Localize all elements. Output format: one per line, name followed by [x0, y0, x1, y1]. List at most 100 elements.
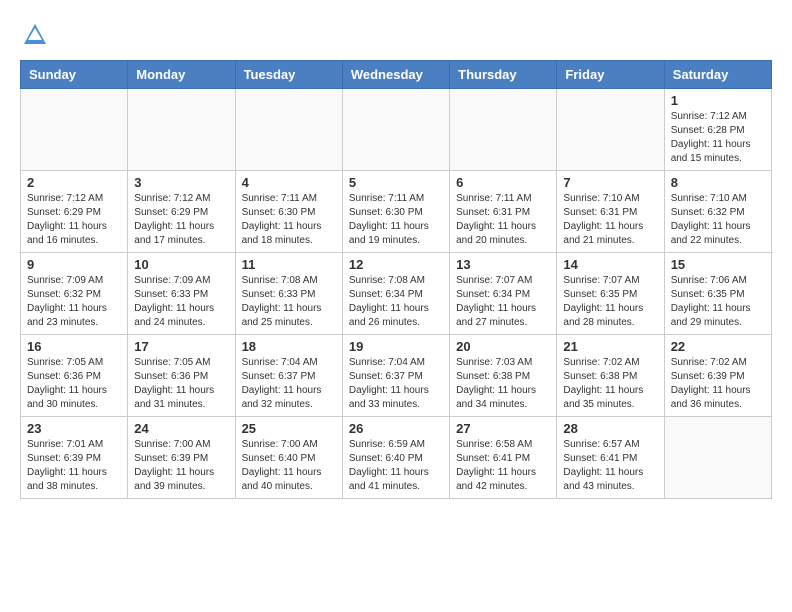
- day-info: Sunrise: 7:09 AM Sunset: 6:33 PM Dayligh…: [134, 274, 228, 330]
- day-info: Sunrise: 7:08 AM Sunset: 6:34 PM Dayligh…: [349, 274, 443, 330]
- day-info: Sunrise: 7:12 AM Sunset: 6:28 PM Dayligh…: [671, 110, 765, 166]
- calendar-cell: 28 Sunrise: 6:57 AM Sunset: 6:41 PM Dayli…: [557, 417, 664, 499]
- calendar-cell: 17 Sunrise: 7:05 AM Sunset: 6:36 PM Dayli…: [128, 335, 235, 417]
- calendar-cell: 10 Sunrise: 7:09 AM Sunset: 6:33 PM Dayli…: [128, 253, 235, 335]
- day-info: Sunrise: 7:11 AM Sunset: 6:30 PM Dayligh…: [242, 192, 336, 248]
- day-info: Sunrise: 7:10 AM Sunset: 6:32 PM Dayligh…: [671, 192, 765, 248]
- day-number: 2: [27, 175, 121, 190]
- calendar-cell: 2 Sunrise: 7:12 AM Sunset: 6:29 PM Daylig…: [21, 171, 128, 253]
- calendar-cell: [235, 89, 342, 171]
- calendar-cell: 1Sunrise: 7:12 AM Sunset: 6:28 PM Daylig…: [664, 89, 771, 171]
- calendar-cell: 18Sunrise: 7:04 AM Sunset: 6:37 PM Dayli…: [235, 335, 342, 417]
- weekday-header-thursday: Thursday: [450, 61, 557, 89]
- calendar-cell: 15Sunrise: 7:06 AM Sunset: 6:35 PM Dayli…: [664, 253, 771, 335]
- weekday-header-sunday: Sunday: [21, 61, 128, 89]
- weekday-header-monday: Monday: [128, 61, 235, 89]
- calendar-cell: 16 Sunrise: 7:05 AM Sunset: 6:36 PM Dayli…: [21, 335, 128, 417]
- calendar-cell: 22 Sunrise: 7:02 AM Sunset: 6:39 PM Dayli…: [664, 335, 771, 417]
- day-number: 24: [134, 421, 228, 436]
- calendar-cell: 21 Sunrise: 7:02 AM Sunset: 6:38 PM Dayli…: [557, 335, 664, 417]
- calendar-cell: 7 Sunrise: 7:10 AM Sunset: 6:31 PM Daylig…: [557, 171, 664, 253]
- calendar-cell: 24 Sunrise: 7:00 AM Sunset: 6:39 PM Dayli…: [128, 417, 235, 499]
- day-number: 22: [671, 339, 765, 354]
- day-info: Sunrise: 7:05 AM Sunset: 6:36 PM Dayligh…: [27, 356, 121, 412]
- calendar-cell: [21, 89, 128, 171]
- calendar-cell: 14 Sunrise: 7:07 AM Sunset: 6:35 PM Dayli…: [557, 253, 664, 335]
- calendar-cell: 23 Sunrise: 7:01 AM Sunset: 6:39 PM Dayli…: [21, 417, 128, 499]
- day-number: 13: [456, 257, 550, 272]
- calendar-cell: 8 Sunrise: 7:10 AM Sunset: 6:32 PM Daylig…: [664, 171, 771, 253]
- weekday-header-tuesday: Tuesday: [235, 61, 342, 89]
- day-info: Sunrise: 7:05 AM Sunset: 6:36 PM Dayligh…: [134, 356, 228, 412]
- day-number: 3: [134, 175, 228, 190]
- day-info: Sunrise: 7:11 AM Sunset: 6:31 PM Dayligh…: [456, 192, 550, 248]
- day-number: 9: [27, 257, 121, 272]
- day-info: Sunrise: 7:12 AM Sunset: 6:29 PM Dayligh…: [134, 192, 228, 248]
- day-number: 26: [349, 421, 443, 436]
- calendar-week-row: 16 Sunrise: 7:05 AM Sunset: 6:36 PM Dayli…: [21, 335, 772, 417]
- day-number: 12: [349, 257, 443, 272]
- day-number: 11: [242, 257, 336, 272]
- day-number: 27: [456, 421, 550, 436]
- day-info: Sunrise: 7:09 AM Sunset: 6:32 PM Dayligh…: [27, 274, 121, 330]
- calendar-week-row: 2 Sunrise: 7:12 AM Sunset: 6:29 PM Daylig…: [21, 171, 772, 253]
- day-number: 28: [563, 421, 657, 436]
- day-info: Sunrise: 7:02 AM Sunset: 6:38 PM Dayligh…: [563, 356, 657, 412]
- day-info: Sunrise: 7:10 AM Sunset: 6:31 PM Dayligh…: [563, 192, 657, 248]
- calendar-cell: 19 Sunrise: 7:04 AM Sunset: 6:37 PM Dayli…: [342, 335, 449, 417]
- day-number: 5: [349, 175, 443, 190]
- calendar-week-row: 9 Sunrise: 7:09 AM Sunset: 6:32 PM Daylig…: [21, 253, 772, 335]
- day-info: Sunrise: 6:58 AM Sunset: 6:41 PM Dayligh…: [456, 438, 550, 494]
- day-number: 7: [563, 175, 657, 190]
- calendar-cell: 12 Sunrise: 7:08 AM Sunset: 6:34 PM Dayli…: [342, 253, 449, 335]
- day-info: Sunrise: 7:08 AM Sunset: 6:33 PM Dayligh…: [242, 274, 336, 330]
- calendar-cell: 4 Sunrise: 7:11 AM Sunset: 6:30 PM Daylig…: [235, 171, 342, 253]
- calendar-table: SundayMondayTuesdayWednesdayThursdayFrid…: [20, 60, 772, 499]
- weekday-header-saturday: Saturday: [664, 61, 771, 89]
- logo: [20, 20, 54, 50]
- calendar-cell: 13 Sunrise: 7:07 AM Sunset: 6:34 PM Dayli…: [450, 253, 557, 335]
- calendar-cell: 11 Sunrise: 7:08 AM Sunset: 6:33 PM Dayli…: [235, 253, 342, 335]
- day-info: Sunrise: 7:11 AM Sunset: 6:30 PM Dayligh…: [349, 192, 443, 248]
- weekday-header-wednesday: Wednesday: [342, 61, 449, 89]
- day-number: 6: [456, 175, 550, 190]
- day-number: 15: [671, 257, 765, 272]
- calendar-cell: 6 Sunrise: 7:11 AM Sunset: 6:31 PM Daylig…: [450, 171, 557, 253]
- calendar-cell: 27 Sunrise: 6:58 AM Sunset: 6:41 PM Dayli…: [450, 417, 557, 499]
- calendar-cell: [342, 89, 449, 171]
- day-number: 4: [242, 175, 336, 190]
- calendar-cell: 9 Sunrise: 7:09 AM Sunset: 6:32 PM Daylig…: [21, 253, 128, 335]
- day-info: Sunrise: 6:57 AM Sunset: 6:41 PM Dayligh…: [563, 438, 657, 494]
- day-info: Sunrise: 7:07 AM Sunset: 6:34 PM Dayligh…: [456, 274, 550, 330]
- day-number: 20: [456, 339, 550, 354]
- day-info: Sunrise: 7:00 AM Sunset: 6:40 PM Dayligh…: [242, 438, 336, 494]
- page-header: [20, 20, 772, 50]
- day-number: 10: [134, 257, 228, 272]
- day-number: 19: [349, 339, 443, 354]
- calendar-cell: 25 Sunrise: 7:00 AM Sunset: 6:40 PM Dayli…: [235, 417, 342, 499]
- day-info: Sunrise: 7:00 AM Sunset: 6:39 PM Dayligh…: [134, 438, 228, 494]
- day-number: 8: [671, 175, 765, 190]
- day-number: 25: [242, 421, 336, 436]
- calendar-week-row: 1Sunrise: 7:12 AM Sunset: 6:28 PM Daylig…: [21, 89, 772, 171]
- calendar-cell: 20 Sunrise: 7:03 AM Sunset: 6:38 PM Dayli…: [450, 335, 557, 417]
- calendar-cell: 26 Sunrise: 6:59 AM Sunset: 6:40 PM Dayli…: [342, 417, 449, 499]
- calendar-cell: [450, 89, 557, 171]
- day-info: Sunrise: 7:01 AM Sunset: 6:39 PM Dayligh…: [27, 438, 121, 494]
- calendar-week-row: 23 Sunrise: 7:01 AM Sunset: 6:39 PM Dayli…: [21, 417, 772, 499]
- calendar-header-row: SundayMondayTuesdayWednesdayThursdayFrid…: [21, 61, 772, 89]
- day-number: 21: [563, 339, 657, 354]
- day-info: Sunrise: 7:04 AM Sunset: 6:37 PM Dayligh…: [349, 356, 443, 412]
- day-info: Sunrise: 7:02 AM Sunset: 6:39 PM Dayligh…: [671, 356, 765, 412]
- day-info: Sunrise: 7:03 AM Sunset: 6:38 PM Dayligh…: [456, 356, 550, 412]
- day-info: Sunrise: 7:12 AM Sunset: 6:29 PM Dayligh…: [27, 192, 121, 248]
- day-number: 17: [134, 339, 228, 354]
- weekday-header-friday: Friday: [557, 61, 664, 89]
- day-number: 16: [27, 339, 121, 354]
- logo-icon: [20, 20, 50, 50]
- day-number: 18: [242, 339, 336, 354]
- day-info: Sunrise: 7:07 AM Sunset: 6:35 PM Dayligh…: [563, 274, 657, 330]
- day-number: 23: [27, 421, 121, 436]
- day-info: Sunrise: 6:59 AM Sunset: 6:40 PM Dayligh…: [349, 438, 443, 494]
- day-number: 14: [563, 257, 657, 272]
